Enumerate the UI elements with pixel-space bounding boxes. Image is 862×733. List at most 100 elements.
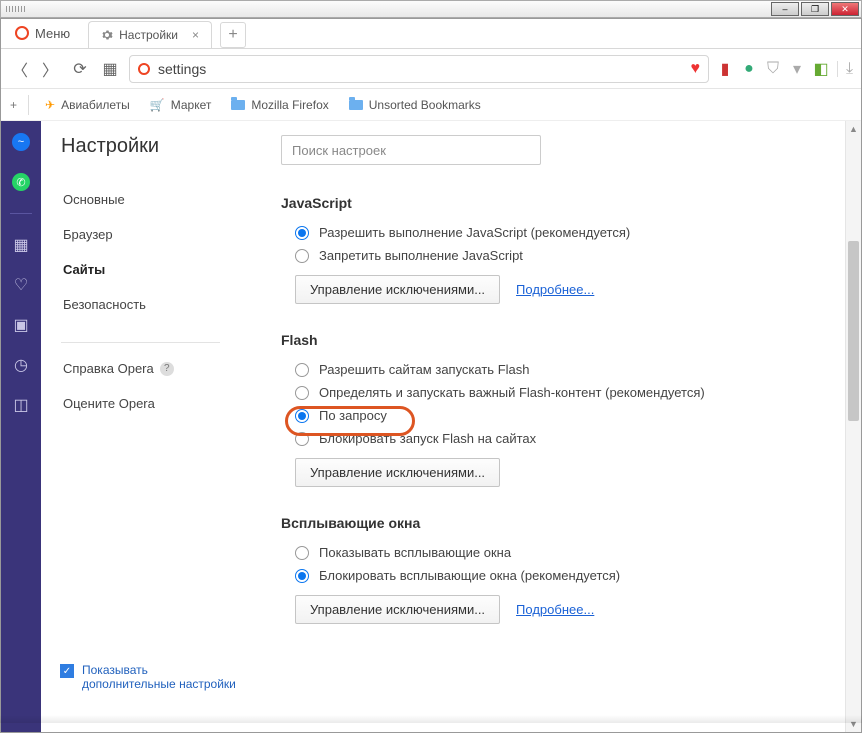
- popups-allow-radio[interactable]: Показывать всплывающие окна: [295, 545, 853, 560]
- news-rail-icon[interactable]: ▣: [12, 316, 30, 334]
- flash-ondemand-radio[interactable]: По запросу: [295, 408, 853, 423]
- flash-allow-radio[interactable]: Разрешить сайтам запускать Flash: [295, 362, 853, 377]
- popups-learn-more-link[interactable]: Подробнее...: [516, 602, 594, 617]
- download-arrow-icon[interactable]: ▾: [789, 61, 805, 77]
- settings-content: Поиск настроек JavaScript Разрешить выпо…: [241, 121, 861, 732]
- radio-unchecked-icon: [295, 546, 309, 560]
- flash-detect-radio[interactable]: Определять и запускать важный Flash-конт…: [295, 385, 853, 400]
- extension-icon-3[interactable]: ◧: [813, 61, 829, 77]
- help-icon: ?: [160, 362, 174, 376]
- nav-help[interactable]: Справка Opera?: [61, 351, 240, 386]
- add-bookmark-button[interactable]: +: [9, 95, 29, 115]
- main-area: ~ ✆ ▦ ♡ ▣ ◷ ◫ Настройки Основные Браузер…: [1, 121, 861, 732]
- bookmark-label: Unsorted Bookmarks: [369, 98, 481, 112]
- back-button[interactable]: 〈: [9, 58, 31, 80]
- history-rail-icon[interactable]: ◷: [12, 356, 30, 374]
- minimize-button[interactable]: –: [771, 2, 799, 16]
- bookmark-mozilla[interactable]: Mozilla Firefox: [223, 94, 336, 116]
- window-grip[interactable]: [6, 6, 26, 12]
- url-input[interactable]: [158, 61, 683, 77]
- tab-title: Настройки: [119, 28, 178, 42]
- nav-browser[interactable]: Браузер: [61, 217, 240, 252]
- bookmark-label: Mozilla Firefox: [251, 98, 328, 112]
- popups-block-radio[interactable]: Блокировать всплывающие окна (рекомендуе…: [295, 568, 853, 583]
- settings-nav-secondary: Справка Opera? Оцените Opera: [61, 351, 240, 421]
- window-titlebar: – ❐ ✕: [0, 0, 862, 18]
- radio-checked-icon: [295, 226, 309, 240]
- bookmark-label: Маркет: [171, 98, 212, 112]
- speed-dial-rail-icon[interactable]: ▦: [12, 236, 30, 254]
- menu-label: Меню: [35, 26, 70, 41]
- flash-block-radio[interactable]: Блокировать запуск Flash на сайтах: [295, 431, 853, 446]
- js-learn-more-link[interactable]: Подробнее...: [516, 282, 594, 297]
- js-manage-exceptions-button[interactable]: Управление исключениями...: [295, 275, 500, 304]
- address-bar[interactable]: ♥: [129, 55, 709, 83]
- section-flash: Flash Разрешить сайтам запускать Flash О…: [281, 332, 853, 487]
- radio-unchecked-icon: [295, 432, 309, 446]
- bookmarks-rail-icon[interactable]: ♡: [12, 276, 30, 294]
- js-allow-radio[interactable]: Разрешить выполнение JavaScript (рекомен…: [295, 225, 853, 240]
- radio-unchecked-icon: [295, 249, 309, 263]
- folder-icon: [231, 100, 245, 110]
- extension-icon-1[interactable]: ▮: [717, 61, 733, 77]
- radio-label: По запросу: [319, 408, 387, 423]
- toolbar: 〈 〉 ⟳ ▦ ♥ ▮ ● ⛉ ▾ ◧ ⤓: [1, 49, 861, 89]
- radio-label: Запретить выполнение JavaScript: [319, 248, 523, 263]
- bookmark-aviabilety[interactable]: ✈Авиабилеты: [37, 94, 138, 116]
- section-title-flash: Flash: [281, 332, 853, 348]
- folder-icon: [349, 100, 363, 110]
- content-scrollbar[interactable]: ▲ ▼: [845, 121, 861, 732]
- new-tab-button[interactable]: +: [220, 22, 246, 48]
- nav-security[interactable]: Безопасность: [61, 287, 240, 322]
- section-title-js: JavaScript: [281, 195, 853, 211]
- whatsapp-icon[interactable]: ✆: [12, 173, 30, 191]
- show-advanced-checkbox[interactable]: ✓ Показывать дополнительные настройки: [60, 663, 240, 691]
- tab-settings[interactable]: Настройки ×: [88, 21, 212, 48]
- reload-button[interactable]: ⟳: [69, 58, 91, 80]
- shield-icon[interactable]: ⛉: [765, 61, 781, 77]
- side-rail: ~ ✆ ▦ ♡ ▣ ◷ ◫: [1, 121, 41, 732]
- maximize-button[interactable]: ❐: [801, 2, 829, 16]
- speed-dial-icon[interactable]: ▦: [99, 58, 121, 80]
- radio-label: Блокировать всплывающие окна (рекомендуе…: [319, 568, 620, 583]
- section-popups: Всплывающие окна Показывать всплывающие …: [281, 515, 853, 624]
- app-frame: Меню Настройки × + 〈 〉 ⟳ ▦ ♥ ▮ ● ⛉ ▾ ◧ ⤓…: [0, 18, 862, 733]
- scroll-thumb[interactable]: [848, 241, 859, 421]
- settings-sidebar: Настройки Основные Браузер Сайты Безопас…: [41, 121, 241, 732]
- popups-manage-exceptions-button[interactable]: Управление исключениями...: [295, 595, 500, 624]
- radio-label: Разрешить сайтам запускать Flash: [319, 362, 529, 377]
- radio-unchecked-icon: [295, 363, 309, 377]
- settings-search-input[interactable]: Поиск настроек: [281, 135, 541, 165]
- radio-label: Разрешить выполнение JavaScript (рекомен…: [319, 225, 630, 240]
- radio-unchecked-icon: [295, 386, 309, 400]
- bookmark-unsorted[interactable]: Unsorted Bookmarks: [341, 94, 489, 116]
- advanced-checkbox-label: Показывать дополнительные настройки: [82, 663, 240, 691]
- bookmark-market[interactable]: 🛒 Маркет: [142, 94, 220, 116]
- bookmark-heart-icon[interactable]: ♥: [691, 60, 701, 78]
- nav-main[interactable]: Основные: [61, 182, 240, 217]
- radio-checked-icon: [295, 409, 309, 423]
- forward-button[interactable]: 〉: [39, 58, 61, 80]
- nav-sites[interactable]: Сайты: [61, 252, 240, 287]
- opera-menu-button[interactable]: Меню: [1, 18, 84, 48]
- site-identity-icon: [138, 63, 150, 75]
- close-window-button[interactable]: ✕: [831, 2, 859, 16]
- downloads-icon[interactable]: ⤓: [837, 61, 853, 77]
- js-block-radio[interactable]: Запретить выполнение JavaScript: [295, 248, 853, 263]
- cart-icon: 🛒: [150, 98, 165, 112]
- checkbox-checked-icon: ✓: [60, 664, 74, 678]
- extensions-rail-icon[interactable]: ◫: [12, 396, 30, 414]
- extension-icon-2[interactable]: ●: [741, 61, 757, 77]
- flash-manage-exceptions-button[interactable]: Управление исключениями...: [295, 458, 500, 487]
- section-javascript: JavaScript Разрешить выполнение JavaScri…: [281, 195, 853, 304]
- radio-label: Показывать всплывающие окна: [319, 545, 511, 560]
- radio-checked-icon: [295, 569, 309, 583]
- gear-icon: [101, 29, 113, 41]
- scroll-up-icon[interactable]: ▲: [846, 121, 861, 137]
- tab-bar: Меню Настройки × +: [1, 19, 861, 49]
- bookmark-label: Авиабилеты: [61, 98, 130, 112]
- messenger-icon[interactable]: ~: [12, 133, 30, 151]
- tab-close-icon[interactable]: ×: [192, 28, 199, 42]
- settings-nav-main: Основные Браузер Сайты Безопасность: [61, 182, 240, 322]
- nav-rate[interactable]: Оцените Opera: [61, 386, 240, 421]
